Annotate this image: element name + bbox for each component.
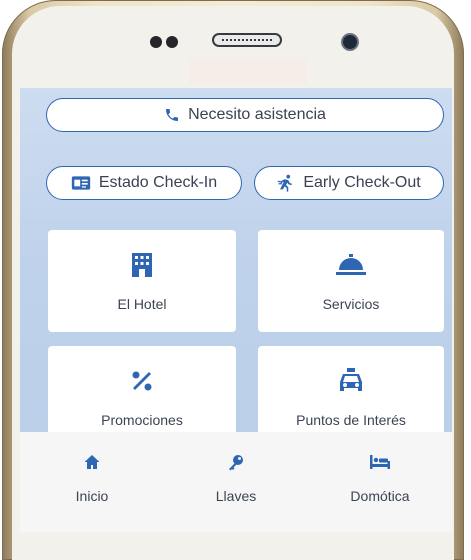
nav-label: Domótica bbox=[350, 488, 410, 504]
tile-hotel[interactable]: El Hotel bbox=[48, 230, 236, 332]
sensor-area bbox=[189, 58, 307, 84]
home-icon bbox=[84, 455, 100, 469]
sensor-dot bbox=[150, 36, 162, 48]
tile-services[interactable]: Servicios bbox=[258, 230, 444, 332]
early-checkout-button[interactable]: Early Check-Out bbox=[254, 166, 444, 200]
nav-label: Llaves bbox=[215, 488, 257, 504]
nav-home[interactable]: Inicio bbox=[20, 432, 164, 532]
nav-keys[interactable]: Llaves bbox=[164, 432, 308, 532]
tile-label: El Hotel bbox=[117, 296, 167, 312]
checkout-label: Early Check-Out bbox=[303, 174, 421, 191]
hotel-icon bbox=[132, 253, 152, 277]
running-person-icon bbox=[278, 174, 293, 192]
tile-label: Puntos de Interés bbox=[296, 412, 406, 428]
speaker-grille bbox=[212, 33, 282, 47]
tile-label: Servicios bbox=[322, 296, 380, 312]
bed-icon bbox=[370, 455, 390, 469]
id-card-icon bbox=[71, 176, 91, 190]
bell-icon bbox=[336, 254, 366, 275]
checkin-label: Estado Check-In bbox=[98, 174, 218, 191]
percent-icon bbox=[132, 371, 152, 391]
assistance-button[interactable]: Necesito asistencia bbox=[46, 98, 444, 132]
app-screen: Necesito asistencia Estado Check-In Earl… bbox=[20, 88, 452, 532]
nav-domotics[interactable]: Domótica bbox=[308, 432, 452, 532]
bottom-nav: Inicio Llaves Domótica bbox=[20, 432, 452, 532]
taxi-icon bbox=[340, 368, 362, 391]
assistance-label: Necesito asistencia bbox=[188, 106, 326, 123]
tile-label: Promociones bbox=[101, 412, 183, 428]
phone-icon bbox=[166, 109, 179, 121]
key-icon bbox=[229, 455, 243, 471]
sensor-dot bbox=[166, 36, 178, 48]
nav-label: Inicio bbox=[75, 488, 109, 504]
checkin-status-button[interactable]: Estado Check-In bbox=[46, 166, 242, 200]
front-camera bbox=[341, 33, 359, 51]
